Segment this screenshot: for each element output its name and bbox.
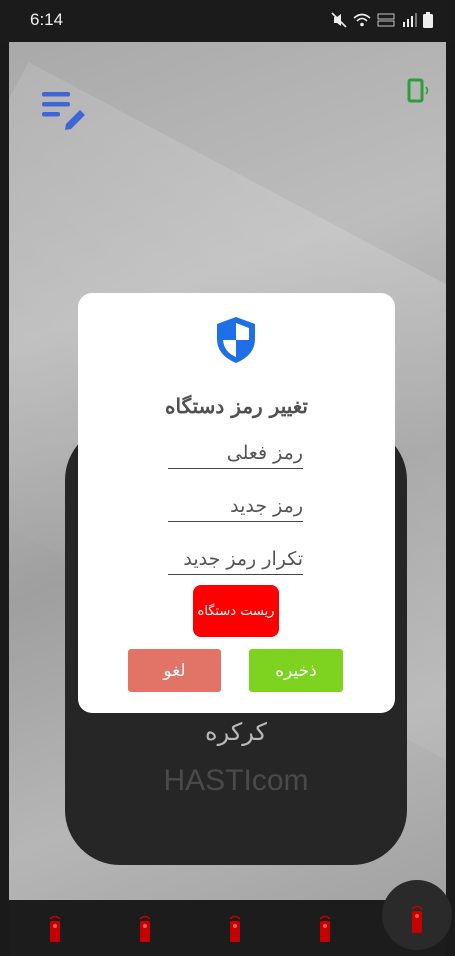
device-brand: HASTIcom xyxy=(163,764,309,797)
confirm-password-field[interactable] xyxy=(168,544,303,575)
status-time: 6:14 xyxy=(30,10,64,29)
signal-icon xyxy=(401,12,417,32)
phone-vibrate-icon[interactable] xyxy=(406,78,434,104)
remote-icon[interactable] xyxy=(318,915,332,943)
battery-icon xyxy=(423,12,433,32)
device-label: کرکره xyxy=(205,718,267,746)
new-password-field[interactable] xyxy=(168,491,303,522)
cancel-button[interactable]: لغو xyxy=(128,649,221,692)
remote-icon[interactable] xyxy=(228,915,242,943)
status-bar: 6:14 xyxy=(0,0,455,42)
edit-list-icon[interactable] xyxy=(42,90,88,130)
remote-icon xyxy=(409,904,425,934)
status-icons xyxy=(331,12,433,32)
wifi-icon xyxy=(353,12,371,32)
volte-icon xyxy=(377,12,395,32)
reset-device-button[interactable]: ریست دستگاه xyxy=(193,585,279,637)
dialog-title: تغییر رمز دستگاه xyxy=(165,394,308,418)
new-password-input[interactable] xyxy=(168,491,303,521)
save-button[interactable]: ذخیره xyxy=(249,649,343,692)
confirm-password-input[interactable] xyxy=(168,544,303,574)
remote-icon[interactable] xyxy=(48,915,62,943)
remote-icon[interactable] xyxy=(138,915,152,943)
mute-icon xyxy=(331,12,347,32)
current-password-input[interactable] xyxy=(168,438,303,468)
current-password-field[interactable] xyxy=(168,438,303,469)
shield-icon xyxy=(214,315,258,365)
